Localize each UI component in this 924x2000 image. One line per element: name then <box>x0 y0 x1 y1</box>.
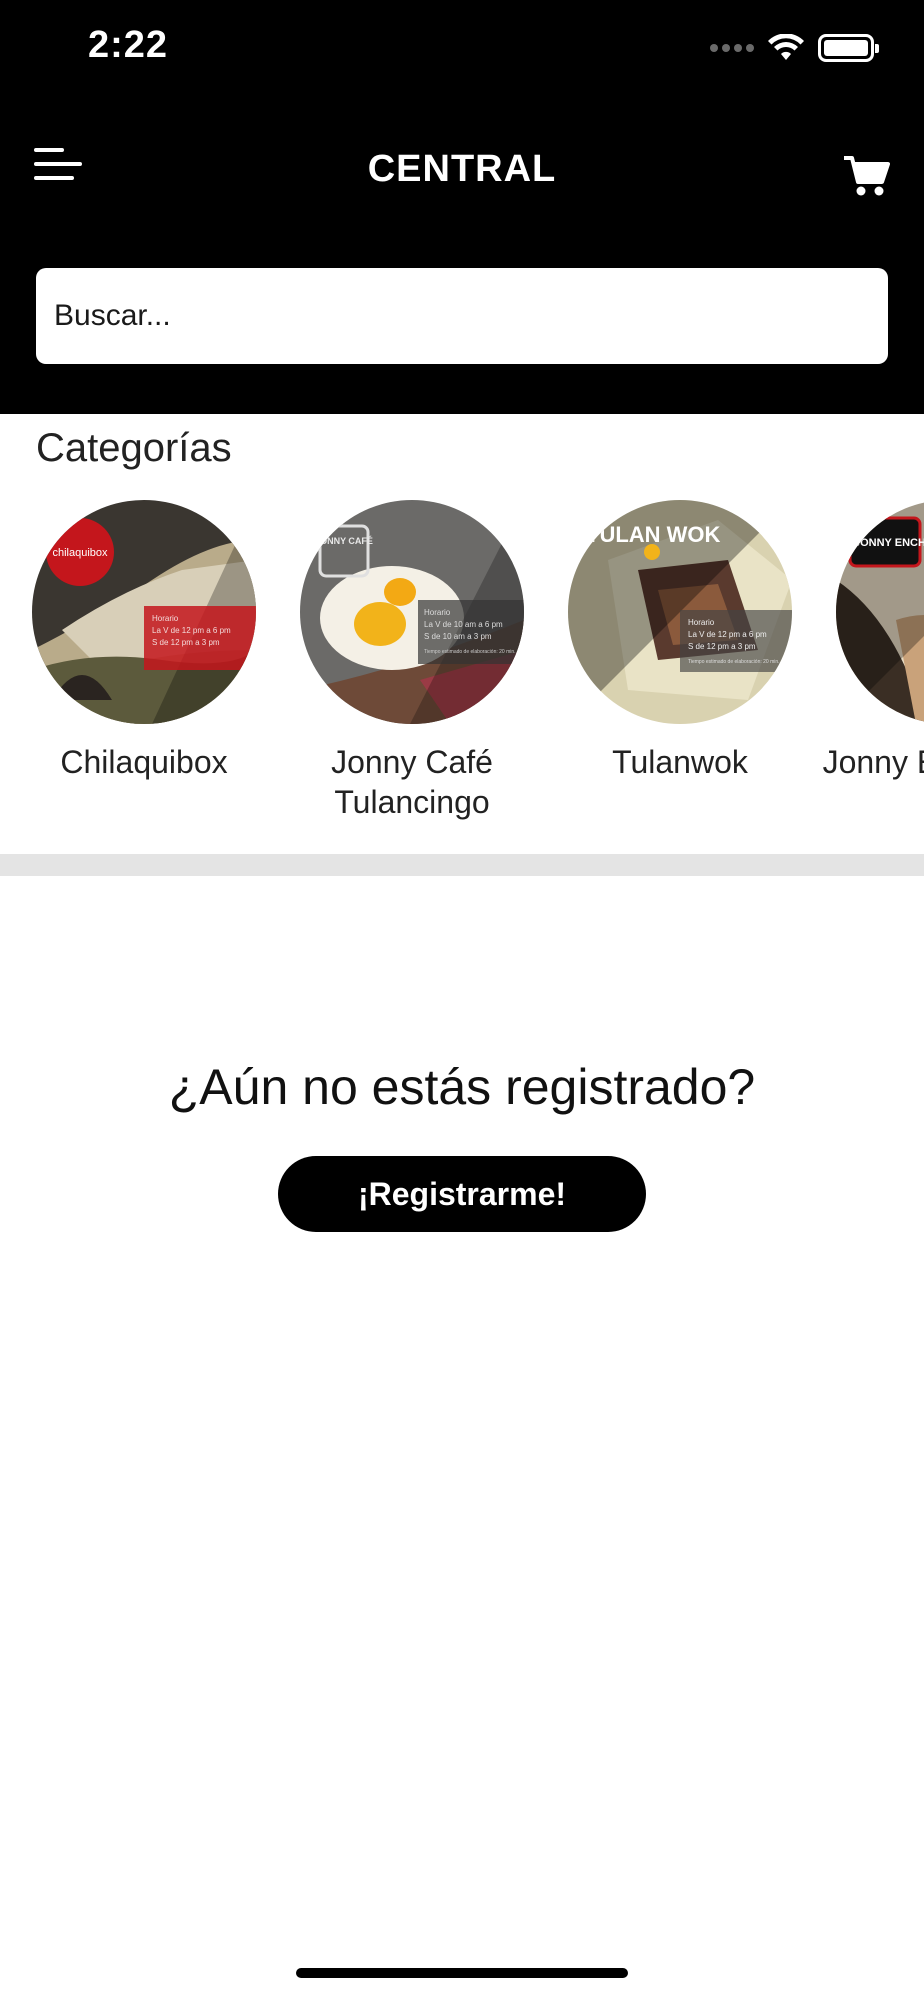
svg-text:Tiempo estimado de elaboración: Tiempo estimado de elaboración: 20 min. <box>424 649 516 655</box>
svg-text:S de 12 pm a 3 pm: S de 12 pm a 3 pm <box>688 642 756 651</box>
wifi-icon <box>768 34 804 60</box>
category-item-jonny-enchiladas[interactable]: JONNY ENCHILADAS Jonny Enchiladas <box>823 500 924 822</box>
category-logo-text: TULAN WOK <box>586 522 721 547</box>
register-prompt: ¿Aún no estás registrado? <box>168 1059 756 1115</box>
category-image-jonny-enchiladas: JONNY ENCHILADAS <box>836 500 924 724</box>
svg-text:Horario: Horario <box>688 618 715 627</box>
categories-list[interactable]: chilaquibox Horario La V de 12 pm a 6 pm… <box>32 500 924 822</box>
shopping-cart-icon[interactable] <box>842 154 890 198</box>
categories-section: Categorías chilaquibox Horario La V de 1… <box>0 414 924 874</box>
status-time: 2:22 <box>88 24 169 66</box>
search-bar <box>36 268 888 364</box>
signal-icon <box>710 44 754 52</box>
svg-text:La V de 10 am a 6 pm: La V de 10 am a 6 pm <box>424 620 503 629</box>
battery-icon <box>818 34 879 62</box>
register-button[interactable]: ¡Registrarme! <box>278 1156 646 1232</box>
category-name: Jonny Enchiladas <box>822 744 924 780</box>
category-item-chilaquibox[interactable]: chilaquibox Horario La V de 12 pm a 6 pm… <box>32 500 256 822</box>
svg-text:S de 10 am a 3 pm: S de 10 am a 3 pm <box>424 632 492 641</box>
svg-text:Tiempo estimado de elaboración: Tiempo estimado de elaboración: 20 min. <box>688 659 780 665</box>
svg-text:S de 12 pm a 3 pm: S de 12 pm a 3 pm <box>152 638 220 647</box>
section-divider <box>0 854 924 876</box>
categories-title: Categorías <box>36 426 232 470</box>
svg-text:Horario: Horario <box>424 608 451 617</box>
category-logo-text: chilaquibox <box>52 547 108 559</box>
category-logo-text: JONNY ENCHILADAS <box>854 537 924 549</box>
category-image-chilaquibox: chilaquibox Horario La V de 12 pm a 6 pm… <box>32 500 256 724</box>
status-icons <box>710 34 879 62</box>
app-header: CENTRAL <box>0 100 924 414</box>
search-input[interactable] <box>54 299 870 333</box>
page-title: CENTRAL <box>367 148 557 190</box>
home-indicator[interactable] <box>296 1968 628 1978</box>
category-image-jonny-cafe: JONNY CAFÉ Horario La V de 10 am a 6 pm … <box>300 500 524 724</box>
category-name: Tulanwok <box>612 744 748 780</box>
svg-text:Horario: Horario <box>152 614 179 623</box>
category-item-tulanwok[interactable]: TULAN WOK Horario La V de 12 pm a 6 pm S… <box>568 500 792 822</box>
category-name: Chilaquibox <box>60 744 228 780</box>
category-image-tulanwok: TULAN WOK Horario La V de 12 pm a 6 pm S… <box>568 500 792 724</box>
status-bar: 2:22 <box>0 0 924 100</box>
category-item-jonny-cafe[interactable]: JONNY CAFÉ Horario La V de 10 am a 6 pm … <box>300 500 524 822</box>
svg-text:La V de 12 pm a 6 pm: La V de 12 pm a 6 pm <box>152 626 231 635</box>
category-name: Jonny Café Tulancingo <box>331 744 493 820</box>
svg-text:La V de 12 pm a 6 pm: La V de 12 pm a 6 pm <box>688 630 767 639</box>
category-logo-text: JONNY CAFÉ <box>315 536 373 546</box>
